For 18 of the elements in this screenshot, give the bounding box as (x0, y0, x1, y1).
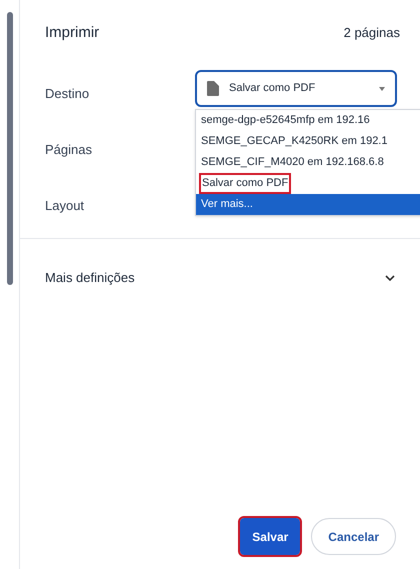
setting-label: Páginas (45, 141, 92, 160)
chevron-icon[interactable] (385, 274, 395, 280)
destination-select[interactable]: Salvar como PDF (195, 70, 397, 107)
caret-icon (379, 86, 385, 90)
scrollbar[interactable] (6, 12, 12, 285)
cancel-button[interactable]: Cancelar (311, 518, 396, 555)
dialog-title: Imprimir (45, 22, 100, 43)
dropdown-option[interactable]: Ver mais... (196, 194, 420, 215)
save-button[interactable]: Salvar (240, 518, 300, 555)
page-count: 2 páginas (344, 24, 400, 42)
dropdown-option[interactable]: Salvar como PDF (196, 173, 420, 194)
setting-label: Layout (45, 197, 84, 216)
dropdown-option[interactable]: semge-dgp-e52645mfp em 192.16 (196, 110, 420, 131)
document-icon (207, 81, 219, 96)
dropdown-option[interactable]: SEMGE_GECAP_K4250RK em 192.1 (196, 131, 420, 152)
more-settings-label[interactable]: Mais definições (45, 268, 135, 288)
dropdown-option[interactable]: SEMGE_CIF_M4020 em 192.168.6.8 (196, 152, 420, 173)
setting-label: Destino (45, 85, 90, 104)
